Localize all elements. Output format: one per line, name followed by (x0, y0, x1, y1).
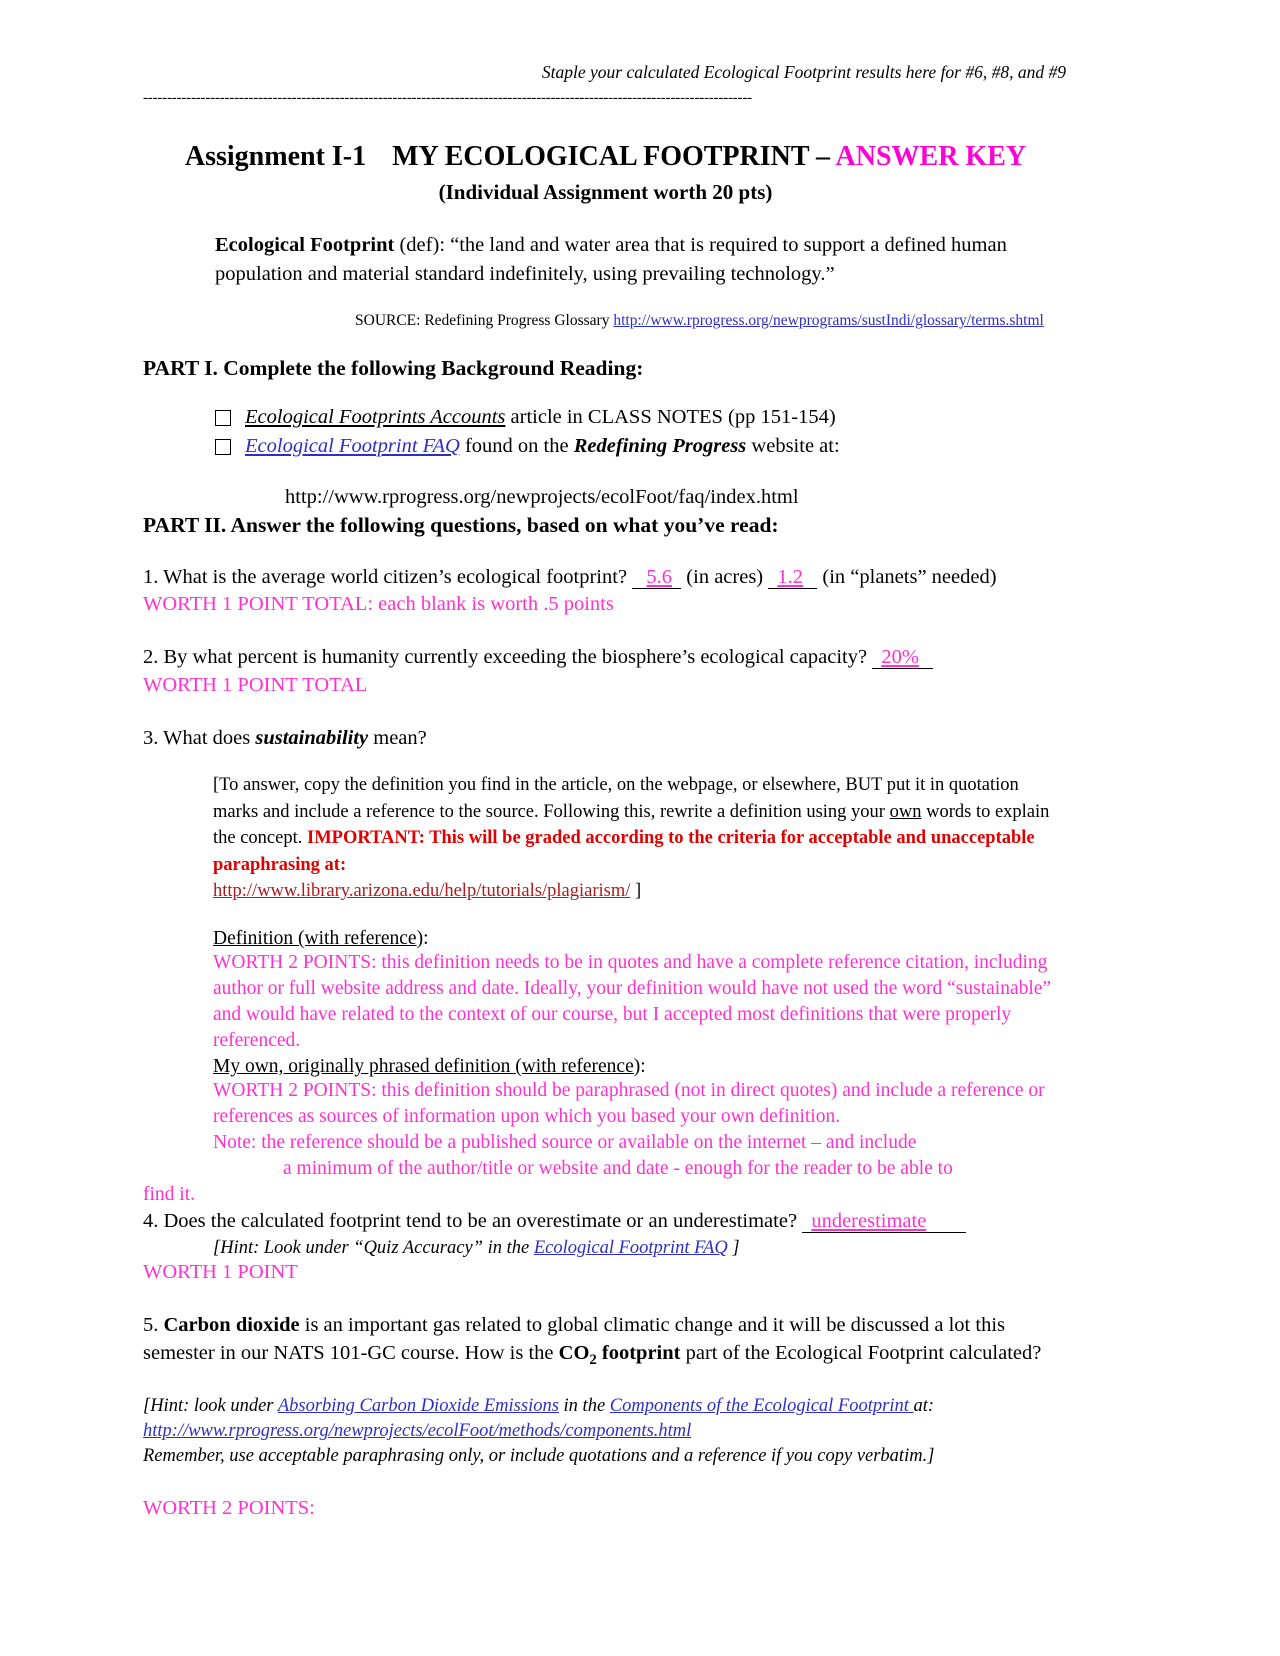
question-5-worth: WORTH 2 POINTS: (143, 1497, 315, 1520)
reading-item-2-end: website at: (746, 434, 840, 457)
document-content: Staple your calculated Ecological Footpr… (143, 62, 1068, 1522)
question-1-answer-planets: 1.2 (768, 565, 818, 589)
reading-item-1[interactable]: Ecological Footprints Accounts article i… (215, 403, 1068, 431)
assignment-label: Assignment I-1 (184, 140, 367, 172)
own-definition-heading-tail: ): (633, 1056, 646, 1078)
question-1: 1. What is the average world citizen’s e… (143, 564, 1068, 591)
question-5-hint-pre: [Hint: look under (143, 1396, 278, 1417)
question-5-text-b: part of the Ecological Footprint calcula… (680, 1341, 1042, 1364)
question-2-answer: 20% (872, 646, 934, 670)
background-reading-list: Ecological Footprints Accounts article i… (215, 403, 1068, 460)
own-definition-heading-underlined: My own, originally phrased definition (w… (213, 1056, 634, 1078)
question-4-worth: WORTH 1 POINT (143, 1261, 298, 1284)
source-link[interactable]: http://www.rprogress.org/newprograms/sus… (613, 312, 1044, 329)
question-3-post: mean? (368, 726, 427, 749)
own-definition-answer-4: find it. (143, 1183, 195, 1205)
plagiarism-link[interactable]: http://www.library.arizona.edu/help/tuto… (213, 881, 630, 901)
reading-item-2-link[interactable]: Ecological Footprint FAQ (245, 435, 460, 457)
own-definition-answer-2: Note: the reference should be a publishe… (213, 1132, 917, 1153)
reading-item-2[interactable]: Ecological Footprint FAQ found on the Re… (215, 432, 1068, 460)
question-4: 4. Does the calculated footprint tend to… (143, 1208, 1068, 1235)
answer-key-badge: ANSWER KEY (835, 140, 1027, 172)
checkbox-icon[interactable] (215, 438, 231, 455)
definition-with-reference-heading: Definition (with reference): (213, 928, 1068, 950)
part-2-heading: PART II. Answer the following questions,… (143, 512, 779, 537)
question-5-hint-mid: in the (558, 1396, 610, 1417)
question-1-answer-acres: 5.6 (632, 565, 682, 589)
question-5-hint: [Hint: look under Absorbing Carbon Dioxi… (143, 1394, 1068, 1469)
definition-term: Ecological Footprint (215, 234, 395, 257)
source-label: SOURCE: Redefining Progress Glossary (355, 312, 614, 330)
components-url-link[interactable]: http://www.rprogress.org/newprojects/eco… (143, 1421, 691, 1441)
question-1-text: 1. What is the average world citizen’s e… (143, 565, 633, 588)
document-page: Staple your calculated Ecological Footpr… (0, 0, 1280, 1656)
page-title: Assignment I-1 MY ECOLOGICAL FOOTPRINT – … (143, 140, 1068, 174)
question-5-hint-link-1[interactable]: Absorbing Carbon Dioxide Emissions (278, 1396, 559, 1416)
question-5-co2-footprint: CO2 footprint (558, 1341, 681, 1368)
question-5-hint-remember: Remember, use acceptable paraphrasing on… (143, 1446, 935, 1467)
question-4-answer: underestimate (802, 1209, 967, 1233)
staple-instruction: Staple your calculated Ecological Footpr… (541, 62, 1066, 82)
question-1-tail: (in “planets” needed) (817, 565, 997, 588)
question-4-hint-pre: [Hint: Look under “Quiz Accuracy” in the (213, 1238, 534, 1259)
question-5-num: 5. (143, 1314, 164, 1337)
question-5-hint-link-2[interactable]: Components of the Ecological Footprint (610, 1396, 914, 1416)
definition-source: SOURCE: Redefining Progress Glossary htt… (355, 311, 1068, 331)
definition-answer: WORTH 2 POINTS: this definition needs to… (213, 952, 1052, 1052)
reading-item-1-text: Ecological Footprints Accounts article i… (245, 403, 836, 431)
part-1-heading: PART I. Complete the following Backgroun… (143, 356, 644, 381)
question-5: 5. Carbon dioxide is an important gas re… (143, 1312, 1068, 1370)
question-2-worth: WORTH 1 POINT TOTAL (143, 673, 368, 696)
assignment-title-main: MY ECOLOGICAL FOOTPRINT – (392, 140, 836, 172)
reading-item-2-mid: found on the (459, 434, 574, 457)
question-4-hint-post: ] (727, 1238, 740, 1259)
assignment-subtitle: (Individual Assignment worth 20 pts) (438, 180, 773, 205)
definition-heading-underlined: Definition (with reference (213, 928, 417, 950)
question-5-hint-at: at: (913, 1396, 935, 1417)
question-3-instructions: [To answer, copy the definition you find… (213, 772, 1065, 904)
question-3-term: sustainability (255, 726, 369, 749)
reading-item-2-org: Redefining Progress (573, 434, 747, 457)
question-2: 2. By what percent is humanity currently… (143, 644, 1068, 671)
question-3: 3. What does sustainability mean? (143, 725, 1068, 752)
question-4-hint: [Hint: Look under “Quiz Accuracy” in the… (213, 1238, 1068, 1259)
question-1-worth: WORTH 1 POINT TOTAL: each blank is worth… (143, 593, 614, 616)
reading-item-2-text: Ecological Footprint FAQ found on the Re… (245, 432, 840, 460)
ecological-footprint-definition: Ecological Footprint (def): “the land an… (215, 231, 1045, 289)
instructions-bracket-close: ] (630, 881, 642, 902)
own-definition-answer-3: a minimum of the author/title or website… (283, 1157, 953, 1179)
dashed-divider: ----------------------------------------… (143, 90, 752, 106)
question-5-bold-term: Carbon dioxide (163, 1314, 300, 1337)
reading-item-1-title: Ecological Footprints Accounts (245, 406, 506, 429)
question-4-hint-link[interactable]: Ecological Footprint FAQ (534, 1238, 728, 1258)
checkbox-icon[interactable] (215, 410, 231, 427)
definition-heading-tail: ): (416, 928, 429, 950)
question-3-pre: 3. What does (143, 726, 256, 749)
instructions-own: own (889, 801, 922, 822)
reading-item-1-rest: article in CLASS NOTES (pp 151-154) (505, 406, 836, 429)
instructions-important: IMPORTANT: This will be graded according… (213, 828, 1035, 875)
faq-url: http://www.rprogress.org/newprojects/eco… (285, 485, 799, 508)
own-definition-heading: My own, originally phrased definition (w… (213, 1056, 1068, 1078)
own-definition-answer-1: WORTH 2 POINTS: this definition should b… (213, 1080, 1045, 1128)
question-1-mid: (in acres) (681, 565, 769, 588)
question-2-text: 2. By what percent is humanity currently… (143, 646, 873, 669)
question-4-text: 4. Does the calculated footprint tend to… (143, 1209, 803, 1232)
